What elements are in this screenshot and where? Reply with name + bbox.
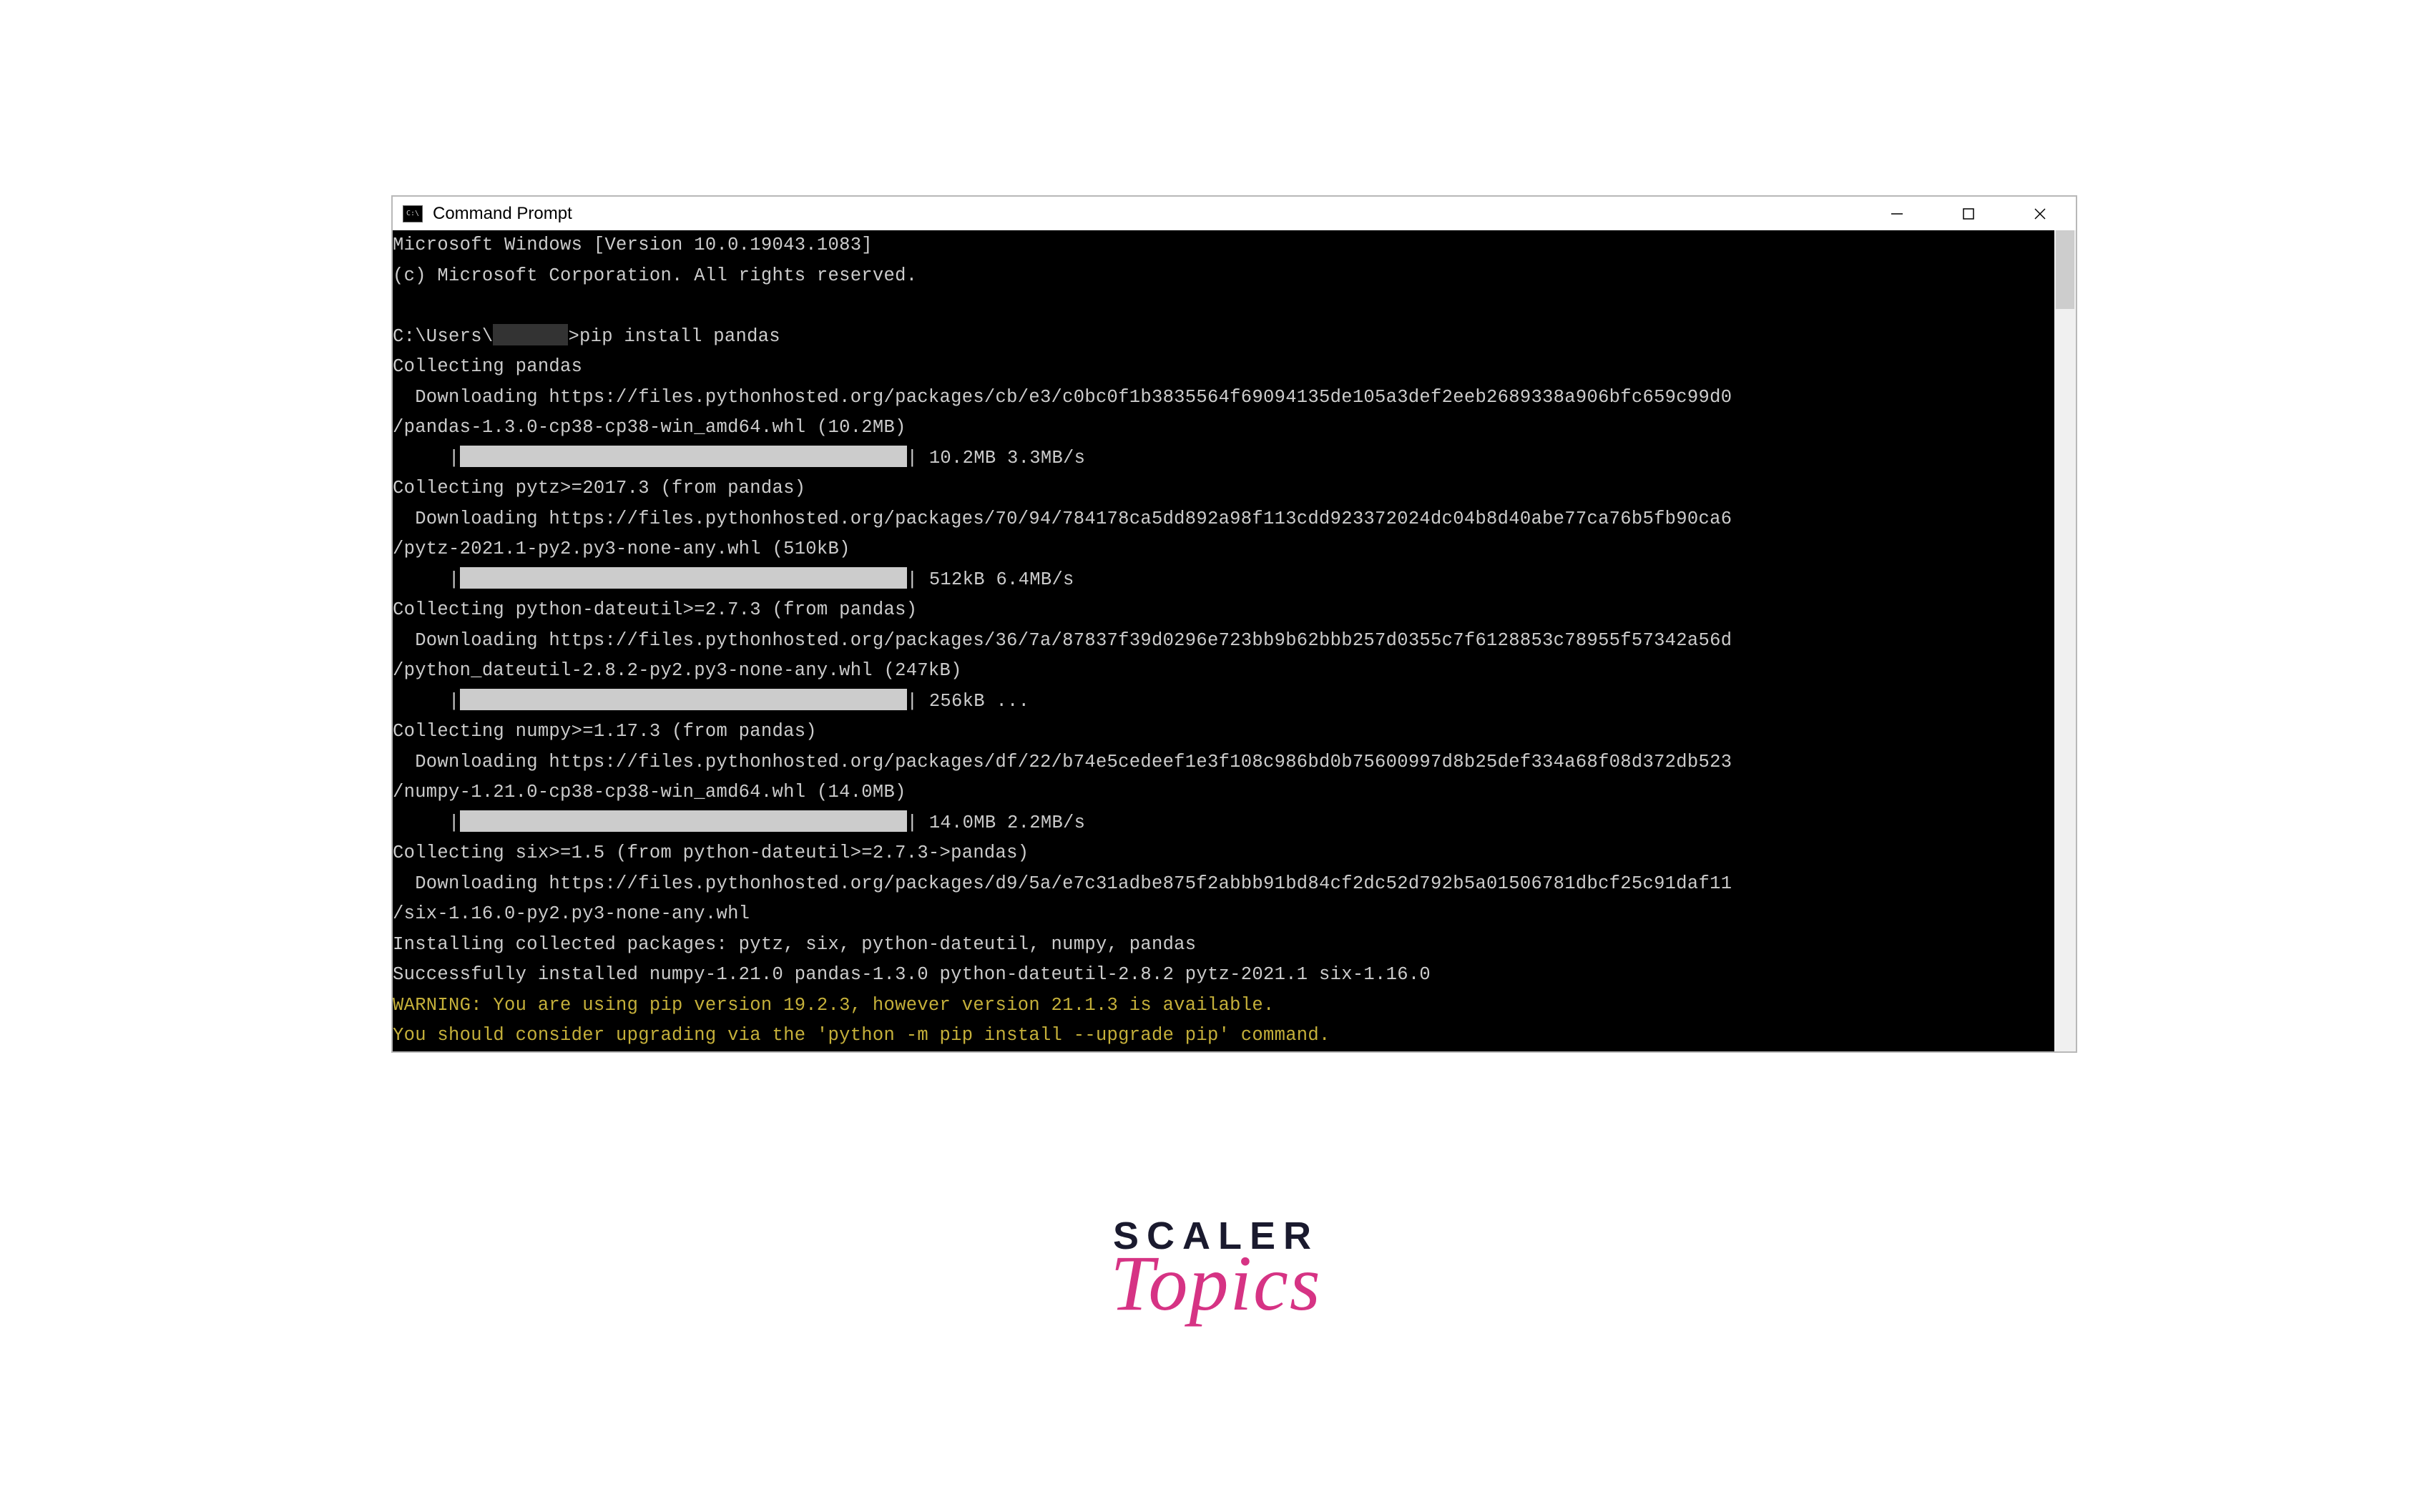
maximize-button[interactable] [1933,197,2004,230]
scaler-topics-logo: SCALER Topics [1110,1214,1321,1329]
redacted-username [493,324,568,345]
window-controls [1861,197,2076,230]
download-six-url: Downloading https://files.pythonhosted.o… [393,869,2054,900]
collecting-pandas: Collecting pandas [393,352,2054,383]
scrollbar[interactable] [2054,230,2076,1051]
collecting-six: Collecting six>=1.5 (from python-dateuti… [393,838,2054,869]
minimize-icon [1889,206,1905,222]
os-header: Microsoft Windows [Version 10.0.19043.10… [393,230,2054,261]
progress-dateutil: || 256kB ... [393,687,2054,717]
minimize-button[interactable] [1861,197,1933,230]
collecting-numpy: Collecting numpy>=1.17.3 (from pandas) [393,717,2054,747]
prompt-line: C:\Users\>pip install pandas [393,322,2054,353]
logo-topics-text: Topics [1110,1238,1321,1329]
progress-pytz: || 512kB 6.4MB/s [393,565,2054,596]
progress-pandas: || 10.2MB 3.3MB/s [393,443,2054,474]
terminal-body: Microsoft Windows [Version 10.0.19043.10… [393,230,2076,1051]
titlebar[interactable]: C:\ Command Prompt [393,197,2076,230]
close-icon [2032,206,2048,222]
download-pytz-whl: /pytz-2021.1-py2.py3-none-any.whl (510kB… [393,534,2054,565]
blank-line [393,291,2054,322]
scrollbar-thumb[interactable] [2056,230,2074,309]
download-dateutil-whl: /python_dateutil-2.8.2-py2.py3-none-any.… [393,656,2054,687]
success-line: Successfully installed numpy-1.21.0 pand… [393,960,2054,991]
collecting-dateutil: Collecting python-dateutil>=2.7.3 (from … [393,595,2054,626]
download-numpy-whl: /numpy-1.21.0-cp38-cp38-win_amd64.whl (1… [393,777,2054,808]
window-title: Command Prompt [433,204,1861,224]
terminal-output[interactable]: Microsoft Windows [Version 10.0.19043.10… [393,230,2054,1051]
warning-line-1: WARNING: You are using pip version 19.2.… [393,991,2054,1021]
download-six-whl: /six-1.16.0-py2.py3-none-any.whl [393,899,2054,930]
command-prompt-window: C:\ Command Prompt Microsoft Windows [Ve… [391,195,2077,1053]
download-pandas-whl: /pandas-1.3.0-cp38-cp38-win_amd64.whl (1… [393,413,2054,443]
download-numpy-url: Downloading https://files.pythonhosted.o… [393,747,2054,778]
download-pytz-url: Downloading https://files.pythonhosted.o… [393,504,2054,535]
warning-line-2: You should consider upgrading via the 'p… [393,1021,2054,1051]
progress-numpy: || 14.0MB 2.2MB/s [393,808,2054,839]
maximize-icon [1961,206,1976,222]
command-prompt-icon: C:\ [403,205,423,222]
copyright: (c) Microsoft Corporation. All rights re… [393,261,2054,292]
download-pandas-url: Downloading https://files.pythonhosted.o… [393,383,2054,413]
installing-line: Installing collected packages: pytz, six… [393,930,2054,961]
download-dateutil-url: Downloading https://files.pythonhosted.o… [393,626,2054,657]
close-button[interactable] [2004,197,2076,230]
collecting-pytz: Collecting pytz>=2017.3 (from pandas) [393,473,2054,504]
